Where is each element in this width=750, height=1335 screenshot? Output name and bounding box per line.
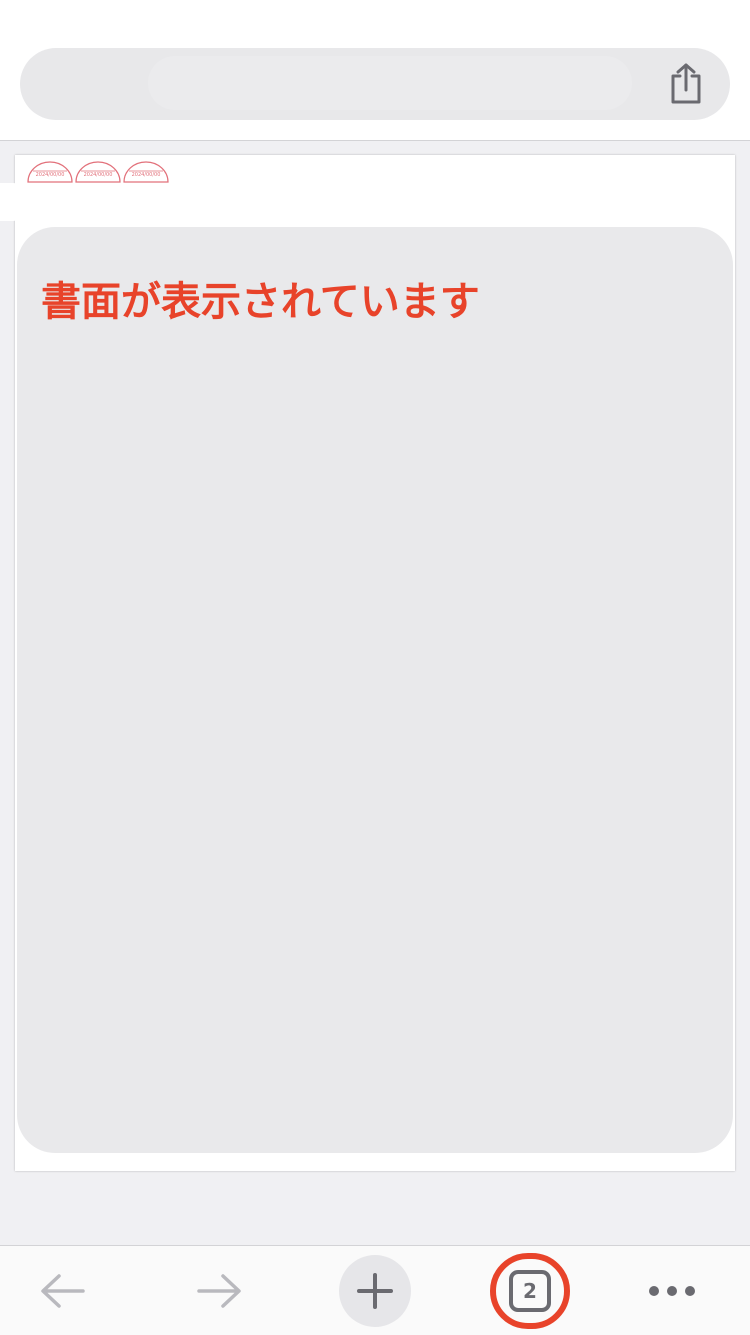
ellipsis-icon — [649, 1285, 695, 1296]
date-stamp: 2024/00/00 — [123, 161, 169, 183]
arrow-left-icon — [41, 1273, 85, 1308]
plus-icon — [357, 1272, 393, 1309]
url-field[interactable] — [148, 56, 632, 110]
date-stamp: 2024/00/00 — [27, 161, 73, 183]
date-stamp: 2024/00/00 — [75, 161, 121, 183]
browser-bottom-toolbar: 2 — [0, 1245, 750, 1335]
browser-top-bar — [0, 0, 750, 141]
stamp-row: 2024/00/00 2024/00/00 2024/00/00 — [27, 161, 169, 183]
stamp-date: 2024/00/00 — [131, 172, 161, 178]
share-icon — [671, 63, 701, 104]
tab-count: 2 — [523, 1278, 537, 1303]
document-page: 2024/00/00 2024/00/00 2024/00/00 書面が表示され… — [0, 155, 735, 1171]
viewer-message: 書面が表示されています — [41, 279, 480, 325]
arrow-right-icon — [197, 1273, 241, 1308]
more-button[interactable] — [638, 1246, 706, 1335]
address-bar[interactable] — [20, 48, 730, 120]
tab-switcher-button[interactable]: 2 — [486, 1246, 574, 1335]
new-tab-button[interactable] — [337, 1246, 413, 1335]
tab-count-box: 2 — [509, 1269, 551, 1312]
stamp-date: 2024/00/00 — [35, 172, 65, 178]
side-handle[interactable] — [0, 183, 32, 221]
stamp-date: 2024/00/00 — [83, 172, 113, 178]
forward-button[interactable] — [180, 1246, 258, 1335]
back-button[interactable] — [24, 1246, 102, 1335]
new-tab-circle — [339, 1254, 411, 1327]
document-viewer-panel: 書面が表示されています — [17, 227, 733, 1153]
tab-switcher-highlight: 2 — [490, 1252, 570, 1329]
web-content-area[interactable]: 2024/00/00 2024/00/00 2024/00/00 書面が表示され… — [0, 141, 750, 1245]
share-button[interactable] — [660, 58, 712, 110]
